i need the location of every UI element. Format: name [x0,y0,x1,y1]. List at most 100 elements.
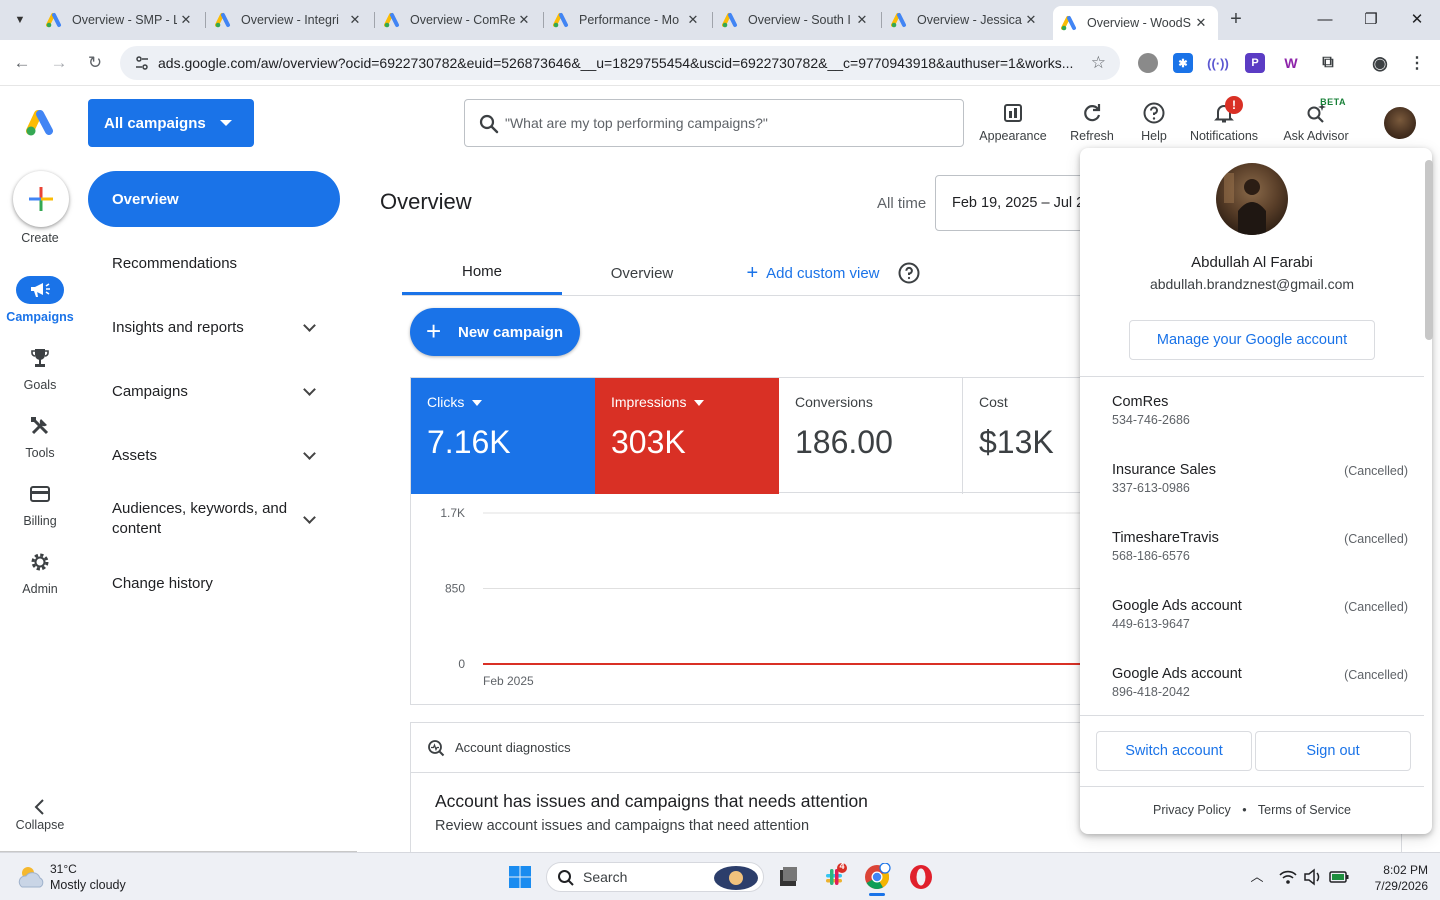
rail-item-tools[interactable]: Tools [0,412,80,460]
battery-icon[interactable] [1328,863,1350,891]
profile-icon[interactable]: ◉ [1370,53,1390,73]
nav-item-change-history[interactable]: Change history [88,573,340,593]
browser-tab[interactable]: Performance - Mo ✕ [545,6,710,34]
close-tab-icon[interactable]: ✕ [177,12,195,28]
metric-card-clicks[interactable]: Clicks 7.16K [411,378,595,494]
file-explorer-icon[interactable] [774,863,802,891]
search-input[interactable]: "What are my top performing campaigns?" [464,99,964,147]
metric-card-conversions[interactable]: Conversions 186.00 [779,378,963,494]
weather-cloud-icon[interactable] [16,863,46,891]
nav-item-audiences[interactable]: Audiences, keywords, and content [88,499,340,539]
close-tab-icon[interactable]: ✕ [684,12,702,28]
account-list-item[interactable]: Insurance Sales 337-613-0986 (Cancelled) [1112,462,1408,502]
notifications-button[interactable]: ! Notifications [1186,96,1262,143]
account-list-item[interactable]: ComRes 534-746-2686 [1112,394,1392,434]
rail-item-campaigns[interactable]: Campaigns [0,276,80,324]
add-custom-view-button[interactable]: + Add custom view [738,251,888,295]
extension-icon[interactable]: P [1245,53,1265,73]
tab-title: Performance - Mo [579,13,680,27]
privacy-policy-link[interactable]: Privacy Policy [1153,803,1231,817]
new-campaign-button[interactable]: + New campaign [410,308,580,356]
speaker-icon[interactable] [1303,863,1323,891]
reload-button[interactable]: ↻ [83,51,107,75]
appearance-icon [1001,101,1025,125]
tab-home[interactable]: Home [402,251,562,295]
sign-out-button[interactable]: Sign out [1255,731,1411,771]
browser-tab[interactable]: Overview - ComRe ✕ [376,6,541,34]
browser-tab[interactable]: Overview - Integri ✕ [207,6,372,34]
site-settings-icon[interactable] [134,55,150,71]
wifi-icon[interactable] [1278,863,1298,891]
close-tab-icon[interactable]: ✕ [1022,12,1040,28]
page-scrollbar[interactable] [1425,160,1433,340]
series-line-impressions [483,552,1412,665]
nav-item-campaigns[interactable]: Campaigns [88,381,340,401]
extension-icon[interactable]: ✱ [1173,53,1193,73]
google-ads-logo-icon [46,12,62,28]
metric-card-impressions[interactable]: Impressions 303K [595,378,779,494]
address-bar[interactable]: ads.google.com/aw/overview?ocid=69227307… [120,46,1120,80]
nav-item-assets[interactable]: Assets [88,445,340,465]
collapse-button[interactable]: Collapse [0,798,80,832]
browser-tab-active[interactable]: Overview - WoodS ✕ [1053,6,1218,40]
nav-item-insights-and-reports[interactable]: Insights and reports [88,317,340,337]
taskbar-search[interactable]: Search [546,862,764,892]
close-window-button[interactable]: ✕ [1402,8,1432,32]
manage-google-account-button[interactable]: Manage your Google account [1129,320,1375,360]
extension-icon[interactable] [1138,53,1158,73]
browser-tab[interactable]: Overview - Jessica ✕ [883,6,1048,34]
close-tab-icon[interactable]: ✕ [346,12,364,28]
nav-item-label: Overview [112,190,179,208]
tab-title: Overview - Integri [241,13,339,27]
google-ads-logo[interactable] [24,107,56,137]
forward-button[interactable]: → [47,51,71,75]
minimize-button[interactable]: — [1310,8,1340,32]
account-list-item[interactable]: Google Ads account 449-613-9647 (Cancell… [1112,598,1408,638]
close-tab-icon[interactable]: ✕ [1192,15,1210,31]
browser-menu-icon[interactable]: ⋮ [1407,53,1427,73]
terms-of-service-link[interactable]: Terms of Service [1258,803,1351,817]
account-list-item[interactable]: TimeshareTravis 568-186-6576 (Cancelled) [1112,530,1408,570]
back-button[interactable]: ← [10,51,34,75]
system-clock[interactable]: 8:02 PM 7/29/2026 [1356,862,1428,894]
extensions-puzzle-icon[interactable]: ⧉ [1318,53,1338,73]
tools-label: Tools [25,446,55,460]
chevron-down-icon [303,511,316,524]
appearance-button[interactable]: Appearance [978,101,1048,143]
extension-icon[interactable]: ((·)) [1207,53,1229,73]
close-tab-icon[interactable]: ✕ [515,12,533,28]
create-button[interactable] [13,171,69,227]
rail-item-admin[interactable]: Admin [0,548,80,596]
tab-overview[interactable]: Overview [582,251,702,295]
diagnostics-header-label: Account diagnostics [455,740,571,755]
tab-title: Overview - SMP - L [72,13,177,27]
help-circle-icon[interactable] [896,251,922,295]
help-button[interactable]: Help [1134,101,1174,143]
browser-tab[interactable]: Overview - South I ✕ [714,6,879,34]
billing-label: Billing [23,514,57,528]
all-campaigns-selector[interactable]: All campaigns [88,99,254,147]
ask-advisor-button[interactable]: BETA Ask Advisor [1280,97,1352,143]
left-rail: Create Campaigns Goals Tools Billing Adm… [0,159,80,852]
rail-item-billing[interactable]: Billing [0,480,80,528]
nav-item-recommendations[interactable]: Recommendations [88,253,340,273]
bookmark-star-icon[interactable]: ☆ [1091,53,1106,73]
chrome-icon[interactable] [863,862,891,896]
windows-start-icon[interactable] [506,863,534,891]
nav-item-label: Campaigns [112,382,188,400]
rail-item-goals[interactable]: Goals [0,344,80,392]
tab-search-button[interactable]: ▼ [6,8,34,32]
restore-button[interactable]: ❐ [1356,8,1386,32]
nav-item-overview[interactable]: Overview [88,171,340,227]
chevron-up-icon[interactable]: ︿ [1248,863,1266,891]
switch-account-button[interactable]: Switch account [1096,731,1252,771]
account-list-item[interactable]: Google Ads account 896-418-2042 (Cancell… [1112,666,1408,706]
account-avatar[interactable] [1384,107,1416,139]
close-tab-icon[interactable]: ✕ [853,12,871,28]
extension-icon[interactable]: W [1281,53,1301,73]
opera-icon[interactable] [907,863,935,891]
slack-icon[interactable]: 4 [820,861,848,891]
browser-tab[interactable]: Overview - SMP - L ✕ [38,6,203,34]
refresh-button[interactable]: Refresh [1066,101,1118,143]
new-tab-button[interactable]: + [1224,8,1248,32]
